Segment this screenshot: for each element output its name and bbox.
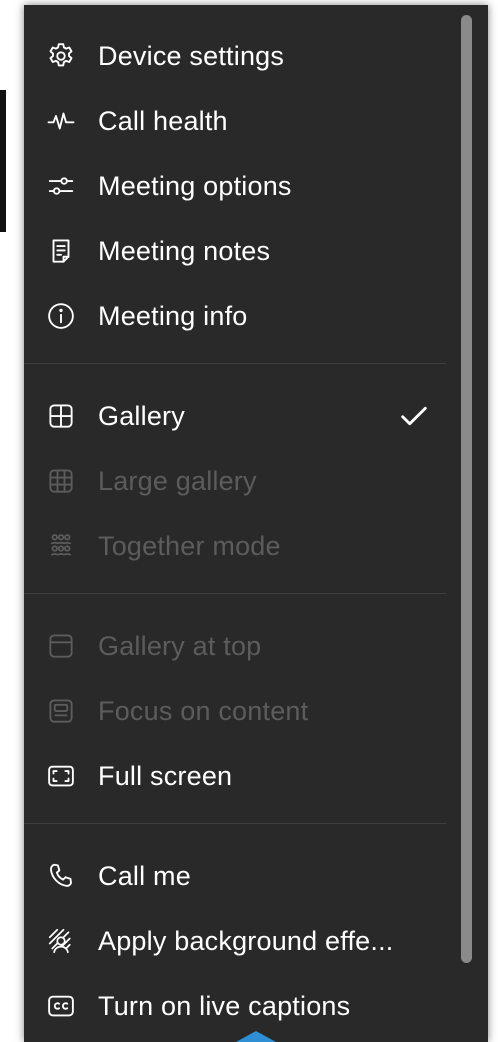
notes-icon [44, 234, 78, 268]
menu-item-label: Gallery at top [98, 630, 262, 661]
menu-item-device-settings[interactable]: Device settings [24, 26, 444, 86]
checkmark-icon [397, 399, 431, 433]
menu-item-meeting-notes[interactable]: Meeting notes [24, 221, 444, 281]
scrollbar-thumb[interactable] [461, 15, 472, 963]
background-effects-icon [44, 924, 78, 958]
background-window-edge [0, 90, 6, 232]
menu-item-label: Full screen [98, 760, 233, 791]
menu-item-label: Meeting info [98, 300, 248, 331]
menu-item-label: Call me [98, 860, 191, 891]
menu-item-background-effects[interactable]: Apply background effe... [24, 911, 444, 971]
menu-divider [24, 823, 446, 824]
menu-item-meeting-info[interactable]: Meeting info [24, 286, 444, 346]
focus-content-icon [44, 694, 78, 728]
menu-item-label: Large gallery [98, 465, 257, 496]
menu-item-live-captions[interactable]: Turn on live captions [24, 976, 444, 1036]
full-screen-icon [44, 759, 78, 793]
more-actions-menu: Device settings Call health Meeting opti… [24, 5, 488, 1042]
large-gallery-icon [44, 464, 78, 498]
menu-item-label: Apply background effe... [98, 925, 394, 956]
sliders-icon [44, 169, 78, 203]
menu-item-focus-on-content[interactable]: Focus on content [24, 681, 444, 741]
info-icon [44, 299, 78, 333]
menu-item-label: Meeting notes [98, 235, 271, 266]
gear-icon [44, 39, 78, 73]
menu-item-label: Together mode [98, 530, 281, 561]
menu-item-label: Meeting options [98, 170, 292, 201]
pulse-icon [44, 104, 78, 138]
together-mode-icon [44, 529, 78, 563]
captions-icon [44, 989, 78, 1023]
menu-divider [24, 363, 446, 364]
menu-item-label: Call health [98, 105, 228, 136]
menu-item-together-mode[interactable]: Together mode [24, 516, 444, 576]
menu-divider [24, 593, 446, 594]
menu-item-label: Focus on content [98, 695, 309, 726]
menu-item-large-gallery[interactable]: Large gallery [24, 451, 444, 511]
menu-item-label: Gallery [98, 400, 185, 431]
menu-item-label: Device settings [98, 40, 285, 71]
phone-icon [44, 859, 78, 893]
gallery-top-icon [44, 629, 78, 663]
menu-item-meeting-options[interactable]: Meeting options [24, 156, 444, 216]
menu-item-call-health[interactable]: Call health [24, 91, 444, 151]
menu-item-gallery[interactable]: Gallery [24, 386, 444, 446]
menu-pointer-caret [236, 1031, 276, 1042]
gallery-icon [44, 399, 78, 433]
menu-item-gallery-at-top[interactable]: Gallery at top [24, 616, 444, 676]
menu-item-full-screen[interactable]: Full screen [24, 746, 444, 806]
menu-item-call-me[interactable]: Call me [24, 846, 444, 906]
menu-item-label: Turn on live captions [98, 990, 351, 1021]
